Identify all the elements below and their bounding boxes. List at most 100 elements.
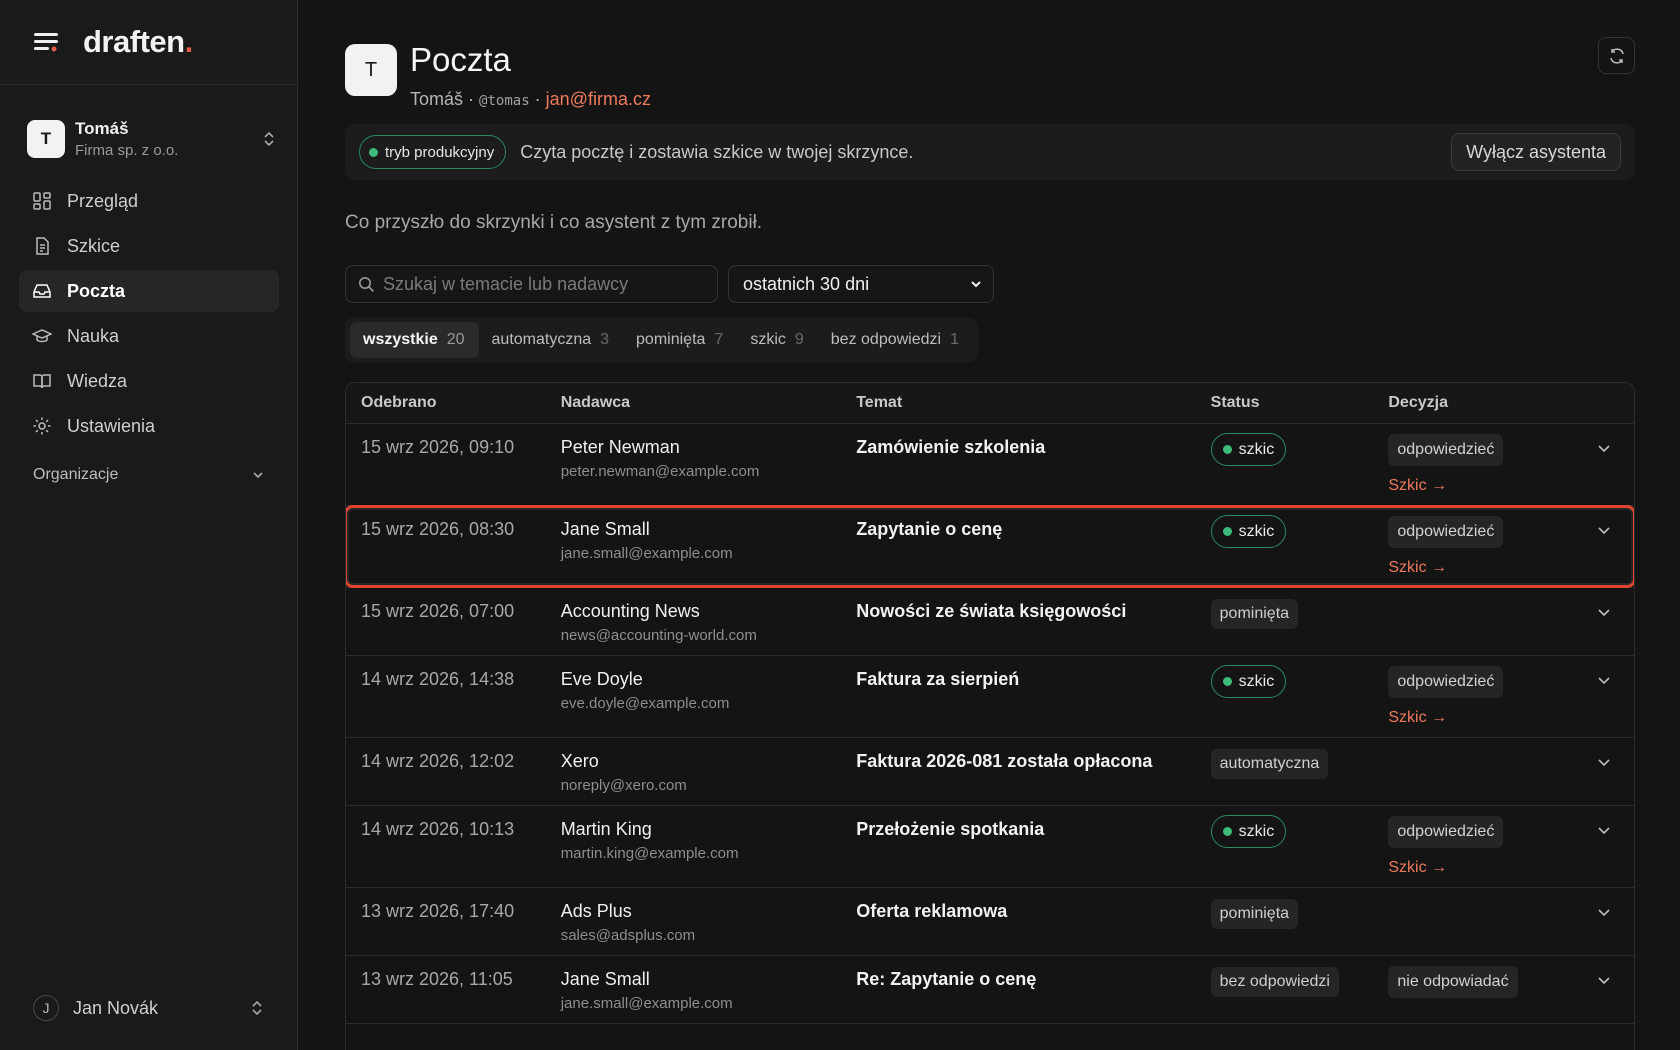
sidebar: draften. T Tomáš Firma sp. z o.o. Przegl… bbox=[0, 0, 298, 1050]
draft-link[interactable]: Szkic → bbox=[1388, 477, 1574, 495]
status-badge: pominięta bbox=[1210, 899, 1299, 929]
organizations-section[interactable]: Organizacje bbox=[33, 466, 265, 484]
mail-subject: Zapytanie o cenę bbox=[856, 519, 1003, 539]
sender-email: jane.small@example.com bbox=[560, 995, 733, 1012]
search-icon bbox=[358, 276, 375, 293]
account-name: Tomáš bbox=[410, 89, 464, 109]
draft-link[interactable]: Szkic → bbox=[1388, 709, 1574, 727]
chevron-down-icon[interactable] bbox=[1596, 522, 1612, 538]
table-row[interactable]: 15 wrz 2026, 08:30 Jane Small jane.small… bbox=[346, 505, 1634, 588]
draft-link[interactable]: Szkic → bbox=[1388, 859, 1574, 877]
org-switcher[interactable]: T Tomáš Firma sp. z o.o. bbox=[27, 114, 277, 164]
refresh-button[interactable] bbox=[1598, 37, 1635, 74]
brand-logo[interactable]: draften. bbox=[83, 24, 193, 60]
chevron-down-icon[interactable] bbox=[1596, 822, 1612, 838]
disable-assistant-button[interactable]: Wyłącz asystenta bbox=[1451, 133, 1621, 171]
sidebar-nav: Przegląd Szkice Poczta Nauka Wiedza Usta… bbox=[19, 180, 279, 450]
mail-subject: Nowości ze świata księgowości bbox=[856, 601, 1127, 621]
sidebar-item-overview[interactable]: Przegląd bbox=[19, 180, 279, 222]
status-badge: szkic bbox=[1210, 433, 1287, 466]
chevron-up-down-icon bbox=[249, 998, 265, 1018]
decision-badge: odpowiedzieć bbox=[1388, 516, 1504, 548]
sender-name: Ads Plus bbox=[560, 901, 632, 921]
received-date: 15 wrz 2026, 08:30 bbox=[361, 519, 515, 539]
status-badge: szkic bbox=[1210, 665, 1287, 698]
tab-no-reply[interactable]: bez odpowiedzi 1 bbox=[818, 322, 973, 358]
mode-badge: tryb produkcyjny bbox=[359, 135, 507, 169]
search-box[interactable] bbox=[345, 265, 718, 303]
banner-text: Czyta pocztę i zostawia szkice w twojej … bbox=[520, 141, 914, 162]
table-row[interactable]: 13 wrz 2026, 17:40 Ads Plus sales@adsplu… bbox=[346, 888, 1634, 956]
account-handle: @tomas bbox=[479, 93, 530, 109]
sidebar-item-knowledge[interactable]: Wiedza bbox=[19, 360, 279, 402]
table-row[interactable]: 13 wrz 2026, 11:05 Jane Small jane.small… bbox=[346, 956, 1634, 1024]
book-icon bbox=[32, 371, 52, 391]
mail-subject: Oferta reklamowa bbox=[856, 901, 1008, 921]
tab-skipped[interactable]: pominięta 7 bbox=[623, 322, 737, 358]
account-info: Tomáš · @tomas · jan@firma.cz bbox=[410, 89, 651, 110]
sender-email: jane.small@example.com bbox=[560, 545, 733, 562]
sender-name: Xero bbox=[560, 751, 599, 771]
search-input[interactable] bbox=[383, 273, 703, 295]
date-range-select[interactable]: ostatnich 30 dni bbox=[728, 265, 994, 303]
sidebar-item-label: Wiedza bbox=[67, 370, 128, 391]
main-content: T Poczta Tomáš · @tomas · jan@firma.cz t… bbox=[345, 0, 1635, 1050]
user-name: Jan Novák bbox=[73, 997, 159, 1018]
sidebar-item-settings[interactable]: Ustawienia bbox=[19, 405, 279, 447]
table-body: 15 wrz 2026, 09:10 Peter Newman peter.ne… bbox=[346, 424, 1634, 1024]
table-row[interactable]: 14 wrz 2026, 12:02 Xero noreply@xero.com… bbox=[346, 738, 1634, 806]
chevron-up-down-icon bbox=[261, 129, 277, 149]
document-icon bbox=[32, 236, 52, 256]
tab-automatic[interactable]: automatyczna 3 bbox=[479, 322, 624, 358]
tab-all[interactable]: wszystkie 20 bbox=[350, 322, 479, 358]
filters-bar: ostatnich 30 dni bbox=[345, 265, 994, 303]
graduation-cap-icon bbox=[32, 326, 52, 346]
sidebar-item-mail[interactable]: Poczta bbox=[19, 270, 279, 312]
column-header-status[interactable]: Status bbox=[1211, 394, 1389, 412]
chevron-down-icon[interactable] bbox=[1596, 672, 1612, 688]
dashboard-icon bbox=[32, 191, 52, 211]
sender-name: Jane Small bbox=[560, 519, 650, 539]
received-date: 14 wrz 2026, 12:02 bbox=[361, 751, 515, 771]
column-header-subject[interactable]: Temat bbox=[856, 394, 1210, 412]
refresh-icon bbox=[1608, 47, 1626, 65]
sidebar-item-label: Ustawienia bbox=[67, 415, 156, 436]
table-row[interactable]: 14 wrz 2026, 14:38 Eve Doyle eve.doyle@e… bbox=[346, 656, 1634, 738]
user-menu[interactable]: J Jan Novák bbox=[33, 995, 265, 1021]
column-header-received[interactable]: Odebrano bbox=[346, 394, 561, 412]
chevron-down-icon[interactable] bbox=[1596, 754, 1612, 770]
tab-draft[interactable]: szkic 9 bbox=[737, 322, 817, 358]
decision-badge: odpowiedzieć bbox=[1388, 434, 1504, 466]
received-date: 15 wrz 2026, 09:10 bbox=[361, 437, 515, 457]
column-header-decision[interactable]: Decyzja bbox=[1388, 394, 1574, 412]
sender-email: news@accounting-world.com bbox=[560, 627, 757, 644]
sender-name: Accounting News bbox=[560, 601, 700, 621]
brand-bar: draften. bbox=[0, 0, 297, 85]
sidebar-item-drafts[interactable]: Szkice bbox=[19, 225, 279, 267]
account-email-link[interactable]: jan@firma.cz bbox=[546, 89, 651, 109]
column-header-sender[interactable]: Nadawca bbox=[561, 394, 857, 412]
mail-subject: Przełożenie spotkania bbox=[856, 819, 1045, 839]
sidebar-item-learning[interactable]: Nauka bbox=[19, 315, 279, 357]
chevron-down-icon[interactable] bbox=[1596, 440, 1612, 456]
menu-icon[interactable] bbox=[33, 29, 59, 55]
sidebar-item-label: Poczta bbox=[67, 280, 126, 301]
page-header: T Poczta Tomáš · @tomas · jan@firma.cz bbox=[345, 43, 651, 110]
sender-name: Martin King bbox=[560, 819, 652, 839]
chevron-down-icon[interactable] bbox=[1596, 604, 1612, 620]
draft-link[interactable]: Szkic → bbox=[1388, 559, 1574, 577]
sender-email: martin.king@example.com bbox=[560, 845, 739, 862]
table-row[interactable]: 15 wrz 2026, 07:00 Accounting News news@… bbox=[346, 588, 1634, 656]
status-dot bbox=[1222, 445, 1232, 454]
decision-badge: odpowiedzieć bbox=[1388, 816, 1504, 848]
sender-email: noreply@xero.com bbox=[560, 777, 687, 794]
status-badge: automatyczna bbox=[1210, 749, 1329, 779]
table-row[interactable]: 14 wrz 2026, 10:13 Martin King martin.ki… bbox=[346, 806, 1634, 888]
table-row[interactable]: 15 wrz 2026, 09:10 Peter Newman peter.ne… bbox=[346, 424, 1634, 506]
mail-table: Odebrano Nadawca Temat Status Decyzja 15… bbox=[345, 382, 1635, 1050]
sender-email: eve.doyle@example.com bbox=[560, 695, 730, 712]
chevron-down-icon[interactable] bbox=[1596, 972, 1612, 988]
separator: · bbox=[468, 89, 475, 109]
chevron-down-icon[interactable] bbox=[1596, 904, 1612, 920]
status-tabs: wszystkie 20 automatyczna 3 pominięta 7 szk… bbox=[345, 318, 978, 362]
